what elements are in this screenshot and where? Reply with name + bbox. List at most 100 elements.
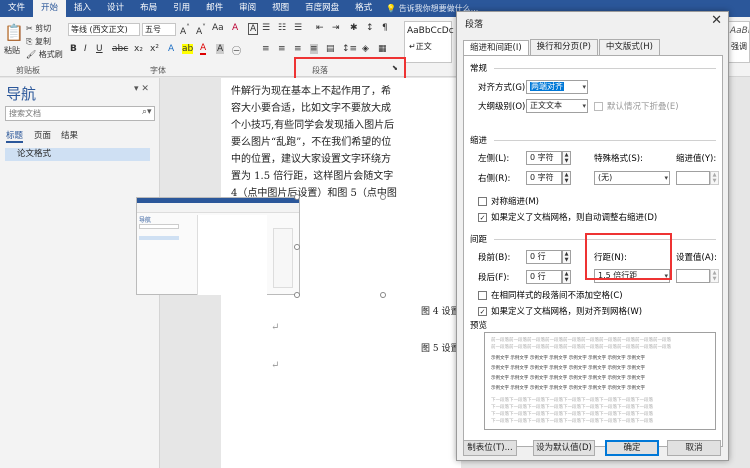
resize-handle[interactable] — [294, 194, 300, 200]
right-indent-input[interactable]: 0 字符 — [526, 171, 562, 185]
justify-icon[interactable]: ≡ — [310, 44, 318, 54]
bold-icon[interactable]: B — [70, 44, 77, 54]
paste-button[interactable]: 粘贴 — [4, 45, 20, 56]
outline-level-label: 大纲级别(O): — [478, 102, 529, 112]
mirror-indent-checkbox[interactable] — [478, 197, 487, 206]
font-color-icon[interactable]: A — [200, 44, 207, 55]
strikethrough-icon[interactable]: abc — [112, 44, 128, 54]
change-case-icon[interactable]: Aa — [212, 23, 224, 33]
font-size-combo[interactable]: 五号 — [142, 23, 176, 36]
nav-tab-headings[interactable]: 标题 — [6, 129, 24, 143]
cut-button[interactable]: ✂ 剪切 — [26, 23, 51, 34]
ok-button[interactable]: 确定 — [605, 440, 659, 456]
line-spacing-icon[interactable]: ↕≡ — [342, 44, 357, 54]
tab-format[interactable]: 格式 — [347, 0, 380, 17]
char-border-icon[interactable]: A — [248, 23, 259, 35]
tab-insert[interactable]: 插入 — [66, 0, 99, 17]
alignment-select[interactable]: 两端对齐 ▾ — [526, 80, 588, 94]
sort-icon[interactable]: ↕ — [366, 23, 374, 33]
nav-tab-pages[interactable]: 页面 — [34, 129, 51, 141]
auto-adjust-indent-checkbox[interactable]: ✓ — [478, 213, 487, 222]
indent-by-spinner[interactable]: ▲ ▼ — [710, 171, 719, 185]
superscript-icon[interactable]: x² — [150, 44, 159, 54]
space-before-input[interactable]: 0 行 — [526, 250, 562, 264]
auto-adjust-indent-label: 如果定义了文档网格，则自动调整右缩进(D) — [491, 213, 658, 223]
align-right-icon[interactable]: ≡ — [294, 44, 302, 54]
right-indent-spinner[interactable]: ▲ ▼ — [562, 171, 571, 185]
set-default-button[interactable]: 设为默认值(D) — [533, 440, 595, 456]
numbering-icon[interactable]: ☷ — [278, 23, 286, 33]
paragraph-launcher-icon[interactable]: ⬊ — [392, 64, 398, 72]
resize-handle[interactable] — [380, 194, 386, 200]
align-left-icon[interactable]: ≡ — [262, 44, 270, 54]
highlight-icon[interactable]: ab — [182, 44, 194, 54]
shading-icon[interactable]: ◈ — [362, 44, 369, 54]
resize-handle[interactable] — [294, 292, 300, 298]
space-after-input[interactable]: 0 行 — [526, 270, 562, 284]
nav-tab-results[interactable]: 结果 — [61, 129, 78, 141]
tab-review[interactable]: 审阅 — [231, 0, 264, 17]
space-after-spinner[interactable]: ▲ ▼ — [562, 270, 571, 284]
tab-asian-typography[interactable]: 中文版式(H) — [598, 39, 660, 55]
style-emphasis[interactable]: AaBbCc 强调 — [728, 21, 750, 63]
char-shading-icon[interactable]: A — [216, 44, 225, 54]
chinese-layout-icon[interactable]: ✱ — [350, 23, 358, 33]
grow-font-icon[interactable]: A˄ — [180, 23, 190, 37]
spacing-at-spinner[interactable]: ▲ ▼ — [710, 269, 719, 283]
font-name-combo[interactable]: 等线 (西文正文) — [68, 23, 140, 36]
style-normal[interactable]: AaBbCcDc ↵正文 — [404, 21, 454, 63]
align-center-icon[interactable]: ≡ — [278, 44, 286, 54]
outline-level-select[interactable]: 正文文本 ▾ — [526, 99, 588, 113]
space-before-spinner[interactable]: ▲ ▼ — [562, 250, 571, 264]
collapse-checkbox[interactable] — [594, 102, 603, 111]
cancel-button[interactable]: 取消 — [667, 440, 721, 456]
tabs-button[interactable]: 制表位(T)... — [463, 440, 517, 456]
cut-label: 剪切 — [35, 24, 52, 33]
tab-view[interactable]: 视图 — [264, 0, 297, 17]
resize-handle[interactable] — [294, 244, 300, 250]
left-indent-input[interactable]: 0 字符 — [526, 151, 562, 165]
tab-line-page-breaks[interactable]: 换行和分页(P) — [529, 39, 598, 55]
underline-icon[interactable]: U — [96, 44, 103, 54]
line-spacing-select[interactable]: 1.5 倍行距 ▾ — [594, 269, 670, 283]
nav-search-input[interactable]: 搜索文档 — [5, 106, 155, 121]
dialog-panel: 常规 对齐方式(G): 两端对齐 ▾ 大纲级别(O): 正文文本 ▾ 默认情况下折叠… — [463, 55, 723, 447]
close-icon[interactable]: ✕ — [711, 13, 722, 28]
tab-design[interactable]: 设计 — [99, 0, 132, 17]
distributed-icon[interactable]: ▤ — [326, 44, 335, 54]
tab-references[interactable]: 引用 — [165, 0, 198, 17]
spacing-at-input[interactable] — [676, 269, 710, 283]
nav-options-icon[interactable]: ▾ ✕ — [134, 84, 149, 94]
italic-icon[interactable]: I — [84, 44, 87, 54]
clear-format-icon[interactable]: A — [232, 23, 238, 33]
show-marks-icon[interactable]: ¶ — [382, 23, 388, 33]
nav-heading-item[interactable]: 论文格式 — [5, 148, 150, 161]
copy-button[interactable]: ⎘ 复制 — [26, 36, 51, 47]
snap-to-grid-checkbox[interactable]: ✓ — [478, 307, 487, 316]
special-indent-select[interactable]: (无) ▾ — [594, 171, 670, 185]
subscript-icon[interactable]: x₂ — [134, 44, 143, 54]
paste-icon[interactable]: 📋 — [4, 23, 24, 42]
text-effects-icon[interactable]: A — [168, 44, 174, 54]
embedded-image[interactable]: 导航 — [136, 197, 300, 295]
borders-icon[interactable]: ▦ — [378, 44, 387, 54]
increase-indent-icon[interactable]: ⇥ — [332, 23, 340, 33]
decrease-indent-icon[interactable]: ⇤ — [316, 23, 324, 33]
tab-home[interactable]: 开始 — [33, 0, 67, 17]
tab-baidu-netdisk[interactable]: 百度网盘 — [297, 0, 347, 17]
no-space-same-style-checkbox[interactable] — [478, 291, 487, 300]
tab-layout[interactable]: 布局 — [132, 0, 165, 17]
resize-handle[interactable] — [380, 292, 386, 298]
search-icon[interactable]: ⌕▾ — [142, 107, 152, 117]
format-painter-button[interactable]: 🖌 格式刷 — [26, 49, 63, 60]
tab-mailings[interactable]: 邮件 — [198, 0, 231, 17]
tab-file[interactable]: 文件 — [0, 0, 33, 17]
bullets-icon[interactable]: ☰ — [262, 23, 270, 33]
general-section-title: 常规 — [470, 64, 488, 74]
shrink-font-icon[interactable]: A˅ — [196, 23, 206, 37]
tab-indents-spacing[interactable]: 缩进和间距(I) — [463, 40, 529, 56]
enclose-char-icon[interactable]: ㊀ — [232, 44, 241, 57]
multilevel-list-icon[interactable]: ☰ — [294, 23, 302, 33]
indent-by-input[interactable] — [676, 171, 710, 185]
left-indent-spinner[interactable]: ▲ ▼ — [562, 151, 571, 165]
